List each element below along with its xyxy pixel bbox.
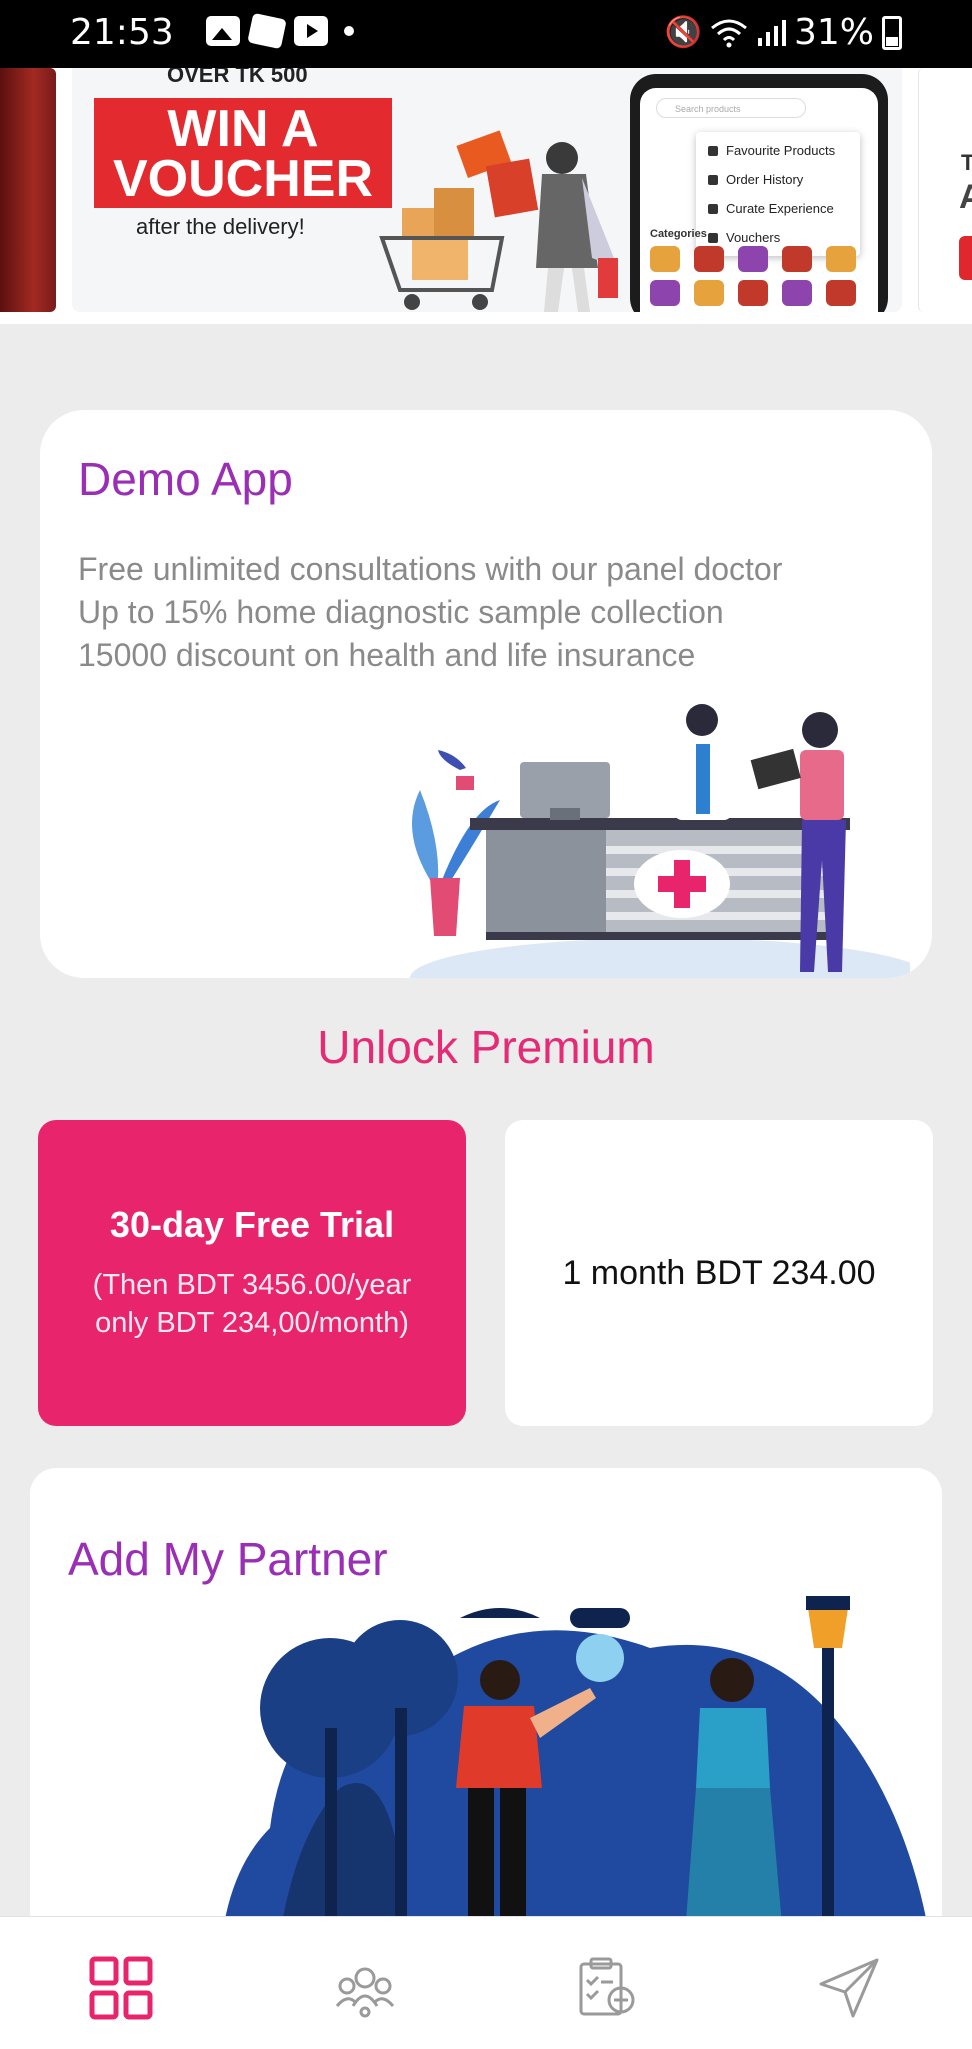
monthly-plan-label: 1 month BDT 234.00 (562, 1253, 876, 1292)
monthly-plan-button[interactable]: 1 month BDT 234.00 (505, 1120, 933, 1426)
trial-title: 30-day Free Trial (109, 1204, 395, 1245)
grid-icon (89, 1956, 153, 2020)
phone-dropdown-menu: Favourite Products Order History Curate … (696, 132, 860, 256)
demo-app-title: Demo App (78, 453, 293, 505)
banner-carousel[interactable]: OVER TK 500 WIN A VOUCHER after the deli… (0, 68, 972, 324)
shopping-cart-illustration (379, 130, 618, 312)
phone-menu-item: Curate Experience (696, 194, 860, 223)
nav-records-button[interactable] (572, 1953, 642, 2023)
phone-menu-item: Favourite Products (696, 136, 860, 165)
unlock-premium-heading: Unlock Premium (317, 1021, 655, 1073)
battery-percent: 31% (793, 12, 874, 53)
bottom-navigation (0, 1916, 972, 2049)
phone-menu-item: Order History (696, 165, 860, 194)
clipboard-add-icon (579, 1957, 635, 2016)
banner-slide-previous[interactable] (0, 68, 56, 312)
next-slide-button (959, 236, 972, 280)
trial-subtitle-line: only BDT 234,00/month) (95, 1307, 409, 1339)
mute-icon: 🔇 (664, 15, 702, 50)
banner-slide-next[interactable]: T A (918, 68, 972, 312)
banner-slide-voucher[interactable]: OVER TK 500 WIN A VOUCHER after the deli… (72, 68, 902, 312)
banner-headline-line2: VOUCHER (112, 150, 374, 208)
more-notifications-dot-icon (344, 26, 354, 36)
demo-app-card[interactable]: Demo App Free unlimited consultations wi… (40, 410, 932, 978)
nav-send-button[interactable] (814, 1953, 884, 2023)
next-slide-text: A (959, 178, 972, 216)
battery-icon (882, 15, 902, 50)
status-bar: 21:53 🔇 31% (0, 0, 972, 68)
wifi-icon (711, 19, 747, 47)
banner-headline-line1: WIN A (167, 100, 319, 158)
phone-category-tiles (650, 246, 870, 306)
add-partner-title: Add My Partner (68, 1533, 388, 1585)
phone-screen: Search products Favourite Products Order… (640, 88, 878, 312)
gallery-notification-icon (247, 12, 287, 50)
trial-subtitle-line: (Then BDT 3456.00/year (92, 1269, 412, 1301)
send-icon (819, 1958, 879, 2018)
free-trial-plan-button[interactable]: 30-day Free Trial (Then BDT 3456.00/year… (38, 1120, 466, 1426)
notification-icons (206, 12, 354, 50)
banner-over-text: OVER TK 500 (167, 68, 308, 87)
status-time: 21:53 (70, 12, 174, 53)
banner-subline: after the delivery! (136, 214, 305, 239)
trial-subtitle: (Then BDT 3456.00/year only BDT 234,00/m… (93, 1266, 412, 1342)
benefit-line: 15000 discount on health and life insura… (78, 637, 696, 673)
doctor-reception-illustration (410, 704, 910, 978)
demo-app-benefits: Free unlimited consultations with our pa… (78, 548, 782, 677)
youtube-notification-icon (294, 16, 328, 46)
phone-mockup: Search products Favourite Products Order… (630, 74, 888, 312)
next-slide-text: T (961, 150, 972, 175)
system-status: 🔇 31% (665, 12, 902, 53)
benefit-line: Up to 15% home diagnostic sample collect… (78, 594, 724, 630)
phone-categories-label: Categories (650, 228, 707, 240)
image-notification-icon (206, 16, 240, 46)
people-network-icon (335, 1967, 395, 2018)
nav-network-button[interactable] (330, 1953, 400, 2023)
phone-search-box: Search products (656, 98, 806, 118)
nav-home-button[interactable] (86, 1953, 156, 2023)
signal-icon (757, 19, 786, 46)
banner-headline: WIN A VOUCHER (94, 98, 392, 208)
benefit-line: Free unlimited consultations with our pa… (78, 551, 783, 587)
